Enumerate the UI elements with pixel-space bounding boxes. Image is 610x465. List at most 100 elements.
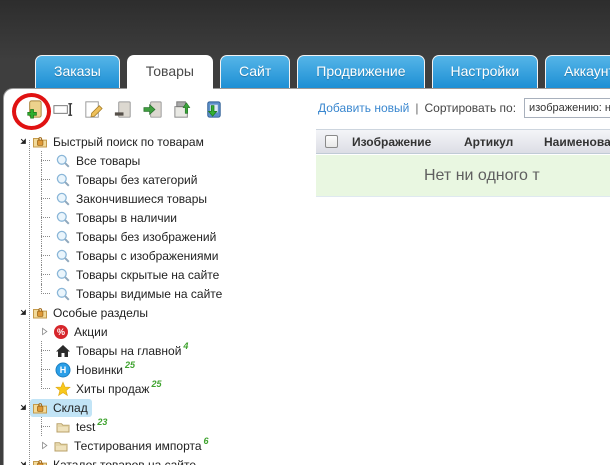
tree-node-label: Товары видимые на сайте [76,286,223,301]
tree-node-label: Закончившиеся товары [76,191,208,206]
tree-node[interactable]: Н Новинки 25 [16,360,316,379]
tree-node[interactable]: Закончившиеся товары [16,189,316,208]
tree-node-content[interactable]: test 23 [53,417,111,436]
tab-account[interactable]: Аккаунт [545,55,610,88]
tab-settings[interactable]: Настройки [431,55,539,88]
tab-orders[interactable]: Заказы [35,55,120,88]
column-header-sku[interactable]: Артикул [458,135,538,149]
search-icon [55,210,72,226]
folder-icon [55,419,72,435]
tree-node-content[interactable]: Хиты продаж 25 [53,379,165,398]
tree-node-content[interactable]: Товары с изображениями [53,247,222,265]
tree-node-content[interactable]: Товары видимые на сайте [53,285,226,303]
tree-node-label: Склад [53,400,88,415]
sort-by-select[interactable]: изображению: н [524,98,610,118]
select-all-checkbox[interactable] [324,135,338,148]
column-header-name[interactable]: Наименование [538,135,610,149]
tree-node-label: Хиты продаж [76,381,150,396]
expanded-arrow-icon[interactable] [16,455,30,465]
product-count-badge: 4 [183,340,189,351]
column-header-image[interactable]: Изображение [346,135,458,149]
export-excel-button[interactable] [171,99,196,124]
tree-node[interactable]: Товары скрытые на сайте [16,265,316,284]
tree-node[interactable]: Все товары [16,151,316,170]
expanded-arrow-icon[interactable] [16,132,30,151]
search-icon [55,286,72,302]
tree-node-content[interactable]: Товары без изображений [53,228,220,246]
tree-node-label: Все товары [76,153,141,168]
tree-node[interactable]: Тестирования импорта 6 [16,436,316,455]
rename-icon [52,98,75,126]
add-product-icon [22,98,45,126]
tree-node-content[interactable]: Тестирования импорта 6 [51,436,213,455]
tab-site[interactable]: Сайт [219,55,291,88]
tree-node[interactable]: Товары на главной 4 [16,341,316,360]
tree-node[interactable]: % Акции [16,322,316,341]
tab-promotion[interactable]: Продвижение [297,55,425,88]
search-icon [55,267,72,283]
collapsed-arrow-icon[interactable] [37,322,51,341]
tree-node-content[interactable]: Товары без категорий [53,171,201,189]
tree-node[interactable]: test 23 [16,417,316,436]
category-tree: Быстрый поиск по товарам Все товары Товары… [4,130,316,465]
tree-node[interactable]: Товары в наличии [16,208,316,227]
tree-node-label: test [76,419,96,434]
products-table-header: Изображение Артикул Наименование [316,129,610,154]
delete-button[interactable] [111,99,136,124]
tree-connector [37,227,53,246]
tree-node-content[interactable]: Товары скрытые на сайте [53,266,223,284]
tree-node-content[interactable]: Быстрый поиск по товарам [30,133,208,151]
tree-node-label: Особые разделы [53,305,149,320]
import-excel-icon [202,98,225,126]
tree-node[interactable]: Быстрый поиск по товарам [16,132,316,151]
tree-node[interactable]: Товары без изображений [16,227,316,246]
collapsed-arrow-icon[interactable] [37,436,51,455]
left-column: Быстрый поиск по товарам Все товары Товары… [4,89,316,465]
tree-node-content[interactable]: % Акции [51,323,112,341]
add-product-button[interactable] [21,99,46,124]
search-icon [55,248,72,264]
tree-connector [37,189,53,208]
content-panel: Быстрый поиск по товарам Все товары Товары… [3,88,610,465]
edit-icon [82,98,105,126]
tree-node-label: Товары на главной [76,343,182,358]
tree-node[interactable]: Товары видимые на сайте [16,284,316,303]
tree-node-content[interactable]: Закончившиеся товары [53,190,211,208]
tree-node-selected-highlight[interactable]: Склад [30,398,92,417]
tree-node-content[interactable]: Все товары [53,152,144,170]
tree-connector [37,379,53,398]
select-all-cell [316,135,346,148]
tree-node[interactable]: Товары без категорий [16,170,316,189]
tree-node-content[interactable]: Товары на главной 4 [53,340,192,360]
edit-button[interactable] [81,99,106,124]
tree-node[interactable]: Каталог товаров на сайте [16,455,316,465]
main-tabs: Заказы Товары Сайт Продвижение Настройки Акка… [35,55,610,89]
tree-node-content[interactable]: Особые разделы [30,304,152,322]
list-actions-bar: Добавить новый | Сортировать по: изображ… [316,98,610,118]
tree-node[interactable]: Особые разделы [16,303,316,322]
tree-node-content[interactable]: Товары в наличии [53,209,181,227]
rename-button[interactable] [51,99,76,124]
move-button[interactable] [141,99,166,124]
expanded-arrow-icon[interactable] [16,398,30,417]
tree-node-label: Тестирования импорта [74,438,202,453]
tree-node-content[interactable]: Каталог товаров на сайте [30,456,200,465]
tree-node[interactable]: Склад [16,398,316,417]
folder-lock-icon [32,305,49,321]
expanded-arrow-icon[interactable] [16,303,30,322]
tree-node[interactable]: Товары с изображениями [16,246,316,265]
folder-lock-icon [32,400,49,416]
right-column: Добавить новый | Сортировать по: изображ… [316,89,610,465]
tree-node-content[interactable]: Н Новинки 25 [53,360,139,379]
admin-panel-window: Заказы Товары Сайт Продвижение Настройки Акка… [0,0,610,465]
tree-node-label: Товары в наличии [76,210,177,225]
tree-connector [37,284,53,303]
import-excel-button[interactable] [201,99,226,124]
tree-connector [37,265,53,284]
star-icon [55,380,72,397]
tree-connector [37,360,53,379]
add-new-link[interactable]: Добавить новый [318,101,409,115]
search-icon [55,153,72,169]
tree-node[interactable]: Хиты продаж 25 [16,379,316,398]
tab-products[interactable]: Товары [126,55,213,89]
